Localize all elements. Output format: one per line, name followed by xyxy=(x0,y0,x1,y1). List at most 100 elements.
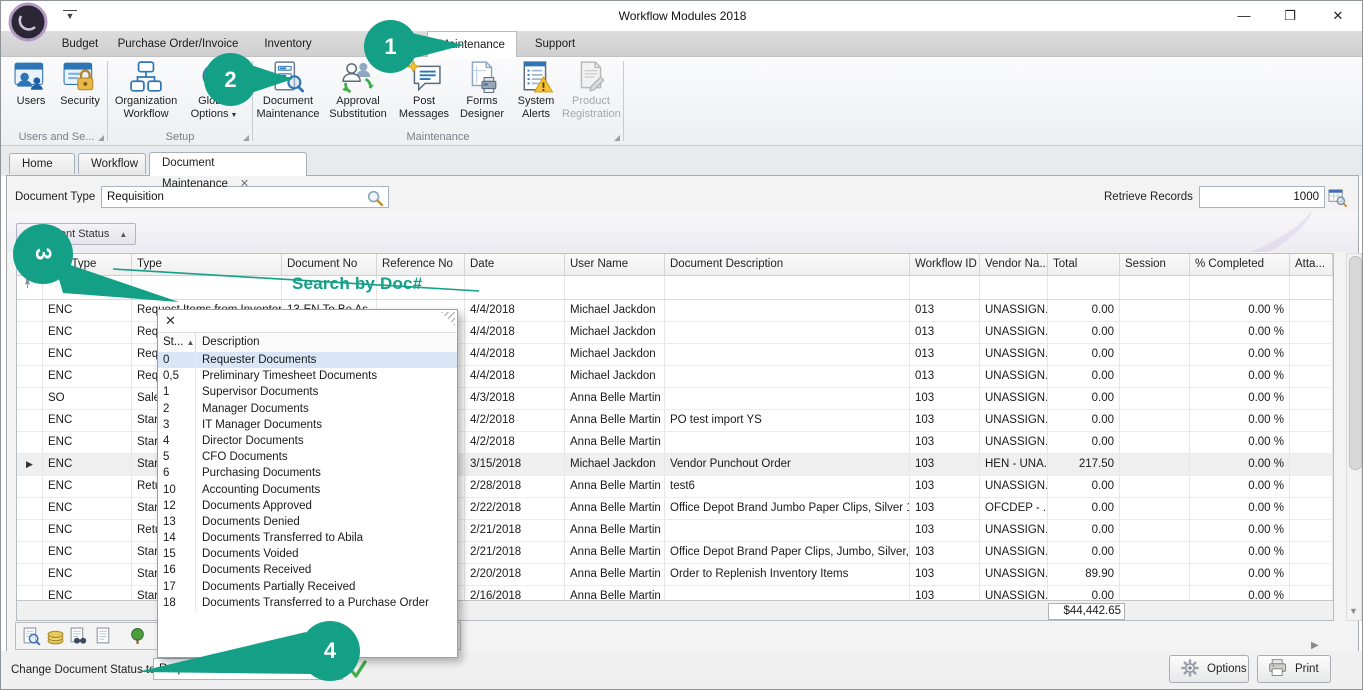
status-list-item[interactable]: 0,5Preliminary Timesheet Documents xyxy=(158,368,457,384)
doc-tab-home-page[interactable]: Home Page xyxy=(9,153,75,174)
cell-description xyxy=(665,388,910,409)
cell-vendor: UNASSIGN... xyxy=(980,388,1048,409)
print-button[interactable]: Print xyxy=(1257,655,1331,683)
filter-cell[interactable] xyxy=(980,276,1048,299)
column-header-document-description[interactable]: Document Description xyxy=(665,254,910,275)
status-list-item[interactable]: 14Documents Transferred to Abila xyxy=(158,530,457,546)
status-list-item[interactable]: 3IT Manager Documents xyxy=(158,417,457,433)
cell-session xyxy=(1120,498,1190,519)
forms-designer-button[interactable]: Forms Designer xyxy=(454,60,510,120)
find-document-icon[interactable] xyxy=(69,627,88,646)
ribbon-tab-budget[interactable]: Budget xyxy=(51,31,109,57)
cell-workflow_id: 103 xyxy=(910,454,980,475)
ribbon-tab-purchase-order-invoice[interactable]: Purchase Order/Invoice xyxy=(117,31,239,57)
column-header-document-no[interactable]: Document No xyxy=(282,254,377,275)
cell-completed: 0.00 % xyxy=(1190,476,1290,497)
column-header-session[interactable]: Session xyxy=(1120,254,1190,275)
status-list-item[interactable]: 12Documents Approved xyxy=(158,498,457,514)
system-alerts-button[interactable]: System Alerts xyxy=(512,60,560,120)
popup-status-column-header[interactable]: St...▲ xyxy=(158,333,196,353)
status-list-item[interactable]: 17Documents Partially Received xyxy=(158,579,457,595)
restore-button[interactable]: ❐ xyxy=(1273,5,1307,27)
column-header-date[interactable]: Date xyxy=(465,254,565,275)
status-list-item[interactable]: 13Documents Denied xyxy=(158,514,457,530)
document-icon[interactable] xyxy=(94,627,113,646)
column-header-user-name[interactable]: User Name xyxy=(565,254,665,275)
filter-cell[interactable] xyxy=(1290,276,1333,299)
column-header-reference-no[interactable]: Reference No xyxy=(377,254,465,275)
vertical-scrollbar[interactable]: ▼ xyxy=(1346,253,1362,621)
status-list-item[interactable]: 10Accounting Documents xyxy=(158,482,457,498)
popup-resize-grip[interactable] xyxy=(441,312,455,326)
cell-total: 217.50 xyxy=(1048,454,1120,475)
filter-cell[interactable] xyxy=(565,276,665,299)
tree-icon[interactable] xyxy=(128,627,147,646)
filter-cell[interactable] xyxy=(1190,276,1290,299)
ribbon-tab-support[interactable]: Support xyxy=(523,31,587,57)
dialog-launcher-icon[interactable] xyxy=(614,135,620,141)
status-description: CFO Documents xyxy=(196,449,288,465)
column-header-type[interactable]: Type xyxy=(132,254,282,275)
users-button[interactable]: Users xyxy=(9,60,53,108)
status-list-item[interactable]: 4Director Documents xyxy=(158,433,457,449)
selected-row-indicator: ▶ xyxy=(17,454,43,475)
column-header-workflow-id[interactable]: Workflow ID xyxy=(910,254,980,275)
cell-user_name: Michael Jackdon xyxy=(565,454,665,475)
retrieve-records-input[interactable]: 1000 xyxy=(1199,186,1325,208)
column-header-atta-[interactable]: Atta... xyxy=(1290,254,1333,275)
organization-workflow-button[interactable]: Organization Workflow xyxy=(113,60,179,120)
doc-tab-workflow-[interactable]: Workflow - xyxy=(78,153,146,174)
money-icon[interactable] xyxy=(46,627,65,646)
filter-cell[interactable] xyxy=(665,276,910,299)
filter-cell[interactable] xyxy=(465,276,565,299)
retrieve-records-icon[interactable] xyxy=(1328,188,1347,207)
filter-cell[interactable] xyxy=(132,276,282,299)
minimize-button[interactable]: — xyxy=(1227,5,1261,27)
column-header--completed[interactable]: % Completed xyxy=(1190,254,1290,275)
dialog-launcher-icon[interactable] xyxy=(243,135,249,141)
cell-date: 2/21/2018 xyxy=(465,542,565,563)
organization-workflow-icon xyxy=(129,60,163,94)
options-button[interactable]: Options xyxy=(1169,655,1249,683)
status-list-item[interactable]: 2Manager Documents xyxy=(158,401,457,417)
ribbon-button-label: Users xyxy=(17,95,46,107)
status-list-item[interactable]: 6Purchasing Documents xyxy=(158,465,457,481)
cell-attach xyxy=(1290,322,1333,343)
doc-tab-document-maintenance[interactable]: Document Maintenance✕ xyxy=(149,152,307,176)
popup-close-icon[interactable]: ✕ xyxy=(165,313,176,329)
tab-close-icon[interactable]: ✕ xyxy=(240,178,249,190)
ribbon-tab-inventory[interactable]: Inventory xyxy=(247,31,329,57)
status-list-item[interactable]: 0Requester Documents xyxy=(158,352,457,368)
scroll-right-icon[interactable]: ▶ xyxy=(1311,640,1319,651)
filter-cell[interactable] xyxy=(1120,276,1190,299)
status-list-item[interactable]: 18Documents Transferred to a Purchase Or… xyxy=(158,595,457,611)
close-button[interactable]: ✕ xyxy=(1321,5,1355,27)
status-list-item[interactable]: 1Supervisor Documents xyxy=(158,384,457,400)
cell-date: 3/15/2018 xyxy=(465,454,565,475)
cell-session xyxy=(1120,322,1190,343)
dialog-launcher-icon[interactable] xyxy=(98,135,104,141)
column-header-total[interactable]: Total xyxy=(1048,254,1120,275)
ribbon-tab-strip: BudgetPurchase Order/InvoiceInventoryTMa… xyxy=(1,31,1363,57)
filter-cell[interactable] xyxy=(910,276,980,299)
status-list-item[interactable]: 5CFO Documents xyxy=(158,449,457,465)
ribbon-tab-maintenance[interactable]: Maintenance xyxy=(427,31,517,57)
grid-filter-row[interactable] xyxy=(17,276,1333,300)
zoom-document-icon[interactable] xyxy=(22,627,41,646)
status-list-item[interactable]: 15Documents Voided xyxy=(158,546,457,562)
status-list-item[interactable]: 16Documents Received xyxy=(158,562,457,578)
app-logo-icon[interactable] xyxy=(8,2,48,42)
security-button[interactable]: Security xyxy=(55,60,105,108)
search-icon[interactable] xyxy=(366,189,384,207)
cell-user_name: Anna Belle Martin xyxy=(565,410,665,431)
scroll-down-icon[interactable]: ▼ xyxy=(1349,606,1358,616)
popup-description-column-header[interactable]: Description xyxy=(196,333,260,353)
cell-date: 4/2/2018 xyxy=(465,410,565,431)
filter-cell[interactable] xyxy=(1048,276,1120,299)
scrollbar-thumb[interactable] xyxy=(1349,256,1362,470)
document-maintenance-button[interactable]: Document Maintenance xyxy=(256,60,320,120)
group-by-bar: Document Status▲ xyxy=(7,213,1358,252)
status-description: Documents Received xyxy=(196,562,311,578)
cell-vendor: UNASSIGN... xyxy=(980,410,1048,431)
column-header-vendor-na-[interactable]: Vendor Na... xyxy=(980,254,1048,275)
